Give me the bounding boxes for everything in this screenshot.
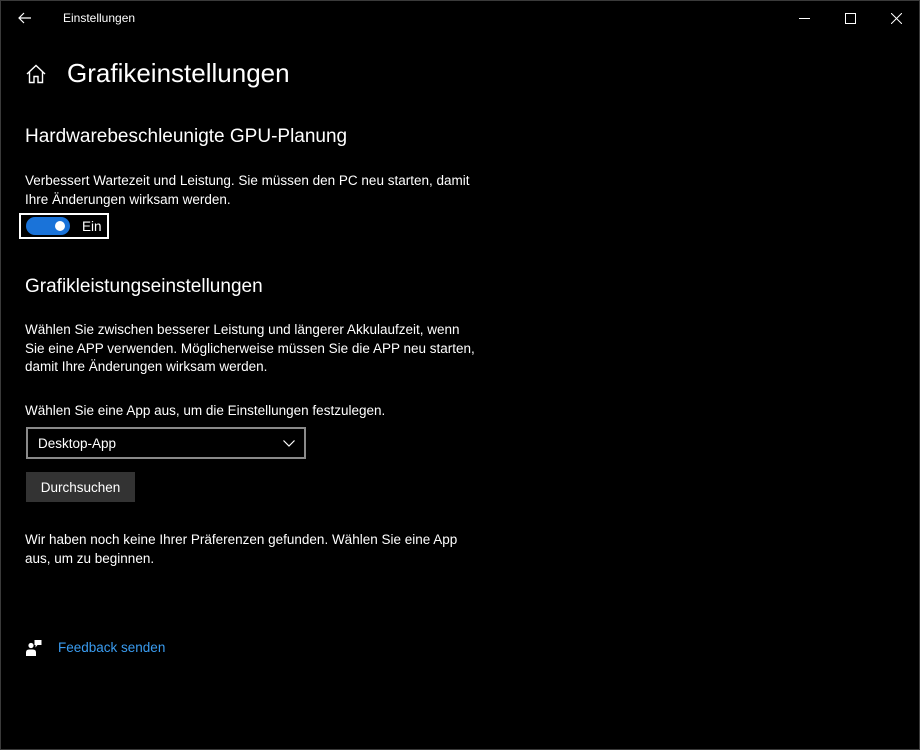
close-button[interactable]	[873, 1, 919, 35]
send-feedback-link[interactable]: Feedback senden	[58, 640, 165, 655]
minimize-button[interactable]	[781, 1, 827, 35]
home-icon[interactable]	[25, 63, 47, 85]
maximize-button[interactable]	[827, 1, 873, 35]
browse-button[interactable]: Durchsuchen	[26, 472, 135, 502]
feedback-icon	[26, 640, 42, 656]
close-icon	[890, 12, 902, 24]
toggle-knob	[55, 221, 65, 231]
app-type-selected: Desktop-App	[38, 435, 117, 451]
gpu-scheduling-heading: Hardwarebeschleunigte GPU-Planung	[25, 126, 348, 147]
settings-window: Einstellungen Grafikeinstellungen Hardwa…	[0, 0, 920, 750]
back-button[interactable]	[9, 3, 41, 33]
graphics-performance-heading: Grafikleistungseinstellungen	[25, 276, 263, 297]
title-bar: Einstellungen	[1, 1, 919, 35]
toggle-state-label: Ein	[82, 218, 102, 234]
window-title: Einstellungen	[63, 11, 136, 25]
gpu-scheduling-toggle[interactable]: Ein	[19, 213, 109, 239]
graphics-performance-description: Wählen Sie zwischen besserer Leistung un…	[25, 322, 475, 374]
arrow-left-icon	[18, 12, 31, 24]
toggle-track	[26, 217, 70, 235]
app-select-prompt: Wählen Sie eine App aus, um die Einstell…	[25, 403, 386, 418]
app-type-dropdown[interactable]: Desktop-App	[26, 427, 306, 459]
chevron-down-icon	[283, 440, 295, 447]
maximize-icon	[844, 12, 856, 24]
gpu-scheduling-description: Verbessert Wartezeit und Leistung. Sie m…	[25, 173, 470, 207]
page-title: Grafikeinstellungen	[67, 58, 290, 88]
minimize-icon	[798, 17, 810, 19]
empty-preferences-message: Wir haben noch keine Ihrer Präferenzen g…	[25, 532, 458, 566]
